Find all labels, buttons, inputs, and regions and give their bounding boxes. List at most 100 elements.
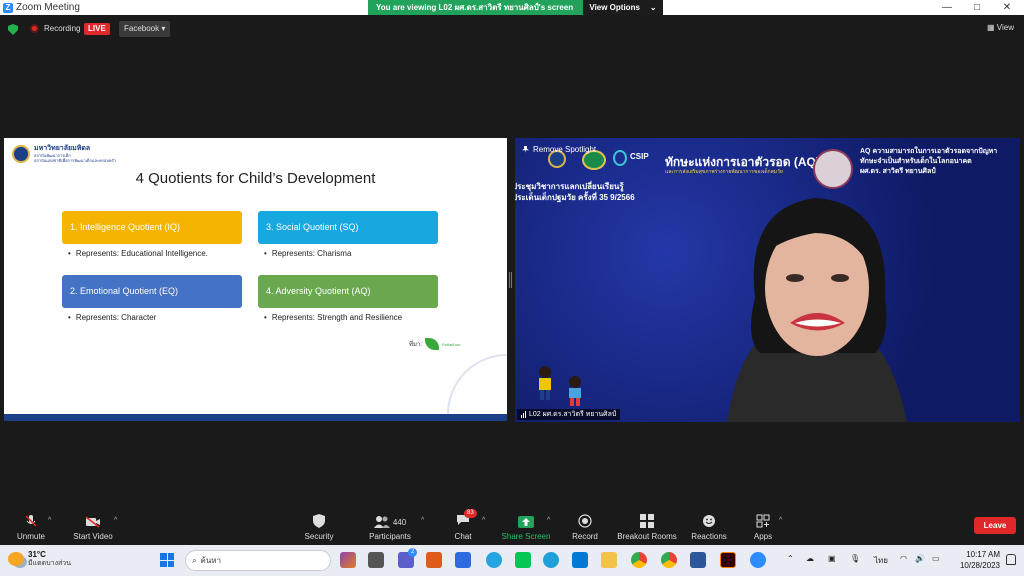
aq-box: 4. Adversity Quotient (AQ) <box>258 275 438 308</box>
sq-box: 3. Social Quotient (SQ) <box>258 211 438 244</box>
security-shield-icon[interactable] <box>8 24 18 35</box>
smiley-icon <box>703 515 715 527</box>
chat-button[interactable]: 83 Chat <box>450 508 477 545</box>
meeting-top-bar: Recording LIVE Facebook ▾ ▦ View <box>0 15 1024 43</box>
word-app-icon[interactable] <box>690 552 706 568</box>
view-button[interactable]: ▦ View <box>987 23 1014 32</box>
view-options-button[interactable]: View Options ⌄ <box>583 0 663 15</box>
video-off-icon <box>85 516 100 528</box>
speaker-video-tile[interactable]: CSIP ทักษะแห่งการเอาตัวรอด (AQ) และการส่… <box>515 138 1020 422</box>
conference-text: ประชุมวิชาการแลกเปลี่ยนเรียนรู้ ประเด็นเ… <box>515 181 635 203</box>
illustrator-app-icon[interactable] <box>720 552 736 568</box>
participants-button[interactable]: 440 Participants <box>366 508 414 545</box>
clock-time: 10:17 AM <box>966 550 1000 559</box>
apps-caret[interactable]: ^ <box>779 517 782 524</box>
file-explorer-icon[interactable] <box>601 552 617 568</box>
participants-icon-group: 440 <box>373 516 407 528</box>
volume-icon[interactable]: 🔊 <box>915 554 925 563</box>
tray-overflow-icon[interactable]: ⌃ <box>787 554 794 563</box>
decorative-swoosh <box>447 354 507 414</box>
breakout-rooms-button[interactable]: Breakout Rooms <box>615 508 679 545</box>
video-options-caret[interactable]: ^ <box>114 517 117 524</box>
participant-name-tag: L02 ผศ.ดร.สาวิตรี ทยานศิลป์ <box>517 409 621 420</box>
chrome-profile-icon[interactable] <box>661 552 677 568</box>
record-icon <box>578 514 592 528</box>
bg-header-sub: และการส่งเสริมสุขภาพร่างกายพัฒนาการของเด… <box>665 169 783 175</box>
people-icon <box>373 516 390 528</box>
start-video-label: Start Video <box>73 532 113 541</box>
copilot-app-icon[interactable] <box>340 552 356 568</box>
stream-facebook-button[interactable]: Facebook ▾ <box>119 21 171 37</box>
start-video-button[interactable]: Start Video <box>70 508 116 545</box>
iq-desc: Represents: Educational Intelligence. <box>68 249 208 258</box>
pin-icon <box>522 146 529 153</box>
record-dot-icon <box>30 24 39 33</box>
snipping-app-icon[interactable] <box>426 552 442 568</box>
leave-button[interactable]: Leave <box>974 517 1016 534</box>
window-title: Zoom Meeting <box>16 2 80 13</box>
chat-caret[interactable]: ^ <box>482 517 485 524</box>
share-caret[interactable]: ^ <box>547 517 550 524</box>
weather-widget[interactable]: 31°C มีแดดบางส่วน <box>8 550 71 568</box>
reactions-button[interactable]: Reactions <box>689 508 729 545</box>
grid-view-icon: ▦ <box>987 23 995 32</box>
reactions-label: Reactions <box>691 532 727 541</box>
participants-label: Participants <box>369 532 411 541</box>
mail-app-icon[interactable] <box>455 552 471 568</box>
clock-date: 10/28/2023 <box>959 561 1000 570</box>
battery-icon[interactable]: ▭ <box>932 554 940 563</box>
recording-indicator[interactable]: Recording <box>30 24 80 33</box>
record-label: Record <box>572 532 598 541</box>
microphone-icon[interactable]: 🎙 <box>850 554 860 563</box>
stream-label: Facebook <box>124 24 160 33</box>
weather-temperature: 31°C <box>28 550 46 559</box>
unmute-label: Unmute <box>16 532 45 541</box>
breakout-rooms-label: Breakout Rooms <box>617 532 677 541</box>
screen-share-banner: You are viewing L02 ผศ.ดร.สาวิตรี ทยานศิ… <box>368 0 663 15</box>
bg-right-title1: AQ ความสามารถในการเอาตัวรอดจากปัญหา <box>860 148 998 155</box>
share-screen-icon <box>518 516 534 528</box>
taskbar-clock[interactable]: 10:17 AM 10/28/2023 <box>960 549 1000 571</box>
record-button[interactable]: Record <box>570 508 600 545</box>
share-screen-button[interactable]: Share Screen <box>500 508 552 545</box>
line-app-icon[interactable] <box>515 552 531 568</box>
task-view-icon[interactable] <box>368 552 384 568</box>
zoom-app-icon[interactable] <box>750 552 766 568</box>
audio-options-caret[interactable]: ^ <box>48 517 51 524</box>
close-button[interactable]: ✕ <box>992 0 1022 15</box>
wifi-icon[interactable]: ◠ <box>900 554 907 563</box>
mahidol-crest-icon <box>12 145 30 163</box>
meeting-toolbar: Unmute ^ Start Video ^ Security 440 Part… <box>0 508 1024 545</box>
maximize-button[interactable]: □ <box>962 0 992 15</box>
slide-source: ที่มา: RotlaiKum <box>409 338 460 350</box>
remove-spotlight-button[interactable]: Remove Spotlight <box>522 145 596 154</box>
notification-bell-icon[interactable] <box>1006 554 1016 565</box>
phone-link-icon[interactable] <box>486 552 502 568</box>
unmute-button[interactable]: Unmute <box>14 508 48 545</box>
security-button[interactable]: Security <box>298 508 340 545</box>
security-label: Security <box>304 532 334 541</box>
tray-app-icon[interactable]: ▣ <box>828 554 836 563</box>
onedrive-cloud-icon[interactable]: ☁ <box>806 554 814 563</box>
zoom-logo-icon: Z <box>3 2 13 13</box>
apps-button[interactable]: Apps <box>750 508 776 545</box>
apps-label: Apps <box>753 532 773 541</box>
live-badge[interactable]: LIVE <box>84 23 110 35</box>
store-app-icon[interactable] <box>572 552 588 568</box>
participants-count: 440 <box>392 517 407 527</box>
apps-icon <box>756 514 770 528</box>
windows-start-icon[interactable] <box>160 553 174 567</box>
split-divider-handle[interactable] <box>509 272 512 288</box>
taskbar-search-box[interactable]: ⌕ ค้นหา <box>185 550 331 571</box>
chat-icon-wrap: 83 <box>456 509 477 528</box>
participants-caret[interactable]: ^ <box>421 517 424 524</box>
teams-app-icon[interactable]: 2 <box>398 548 418 568</box>
minimize-button[interactable]: — <box>932 0 962 15</box>
sq-desc: Represents: Charisma <box>264 249 352 258</box>
edge-browser-icon[interactable] <box>543 552 559 568</box>
iq-box: 1. Intelligence Quotient (IQ) <box>62 211 242 244</box>
chrome-browser-icon[interactable] <box>631 552 647 568</box>
language-indicator[interactable]: ไทย <box>874 554 888 567</box>
chevron-down-icon: ⌄ <box>649 3 657 12</box>
kids-illustration <box>539 366 581 406</box>
